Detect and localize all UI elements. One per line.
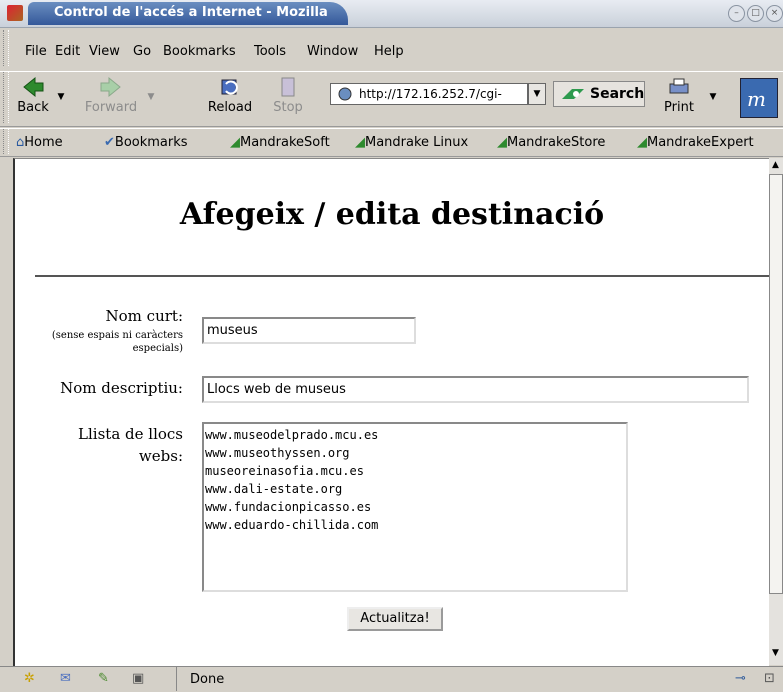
forward-button[interactable]: Forward bbox=[80, 76, 142, 115]
divider bbox=[35, 275, 769, 277]
site-line: www.museodelprado.mcu.es bbox=[205, 428, 379, 442]
reload-icon bbox=[218, 76, 242, 98]
bookmark-mandrakestore[interactable]: ◢MandrakeStore bbox=[497, 135, 605, 150]
minimize-icon[interactable]: – bbox=[728, 5, 745, 22]
menu-view[interactable]: View bbox=[89, 44, 120, 59]
menu-bookmarks[interactable]: Bookmarks bbox=[163, 44, 236, 59]
url-input[interactable]: http://172.16.252.7/cgi- bbox=[330, 83, 528, 105]
search-label: Search bbox=[590, 86, 645, 102]
navigation-toolbar: Back ▼ Forward ▼ Reload Stop http://172.… bbox=[0, 71, 783, 127]
page-title: Afegeix / edita destinació bbox=[179, 197, 605, 232]
bookmark-link-icon: ◢ bbox=[497, 135, 507, 150]
close-icon[interactable]: × bbox=[766, 5, 783, 22]
update-button[interactable]: Actualitza! bbox=[347, 607, 443, 631]
bookmark-mandrakeexpert[interactable]: ◢MandrakeExpert bbox=[637, 135, 754, 150]
window-title: Control de l'accés a Internet - Mozilla bbox=[54, 5, 328, 20]
site-line: www.fundacionpicasso.es bbox=[205, 500, 372, 514]
vertical-scrollbar[interactable]: ▲ ▼ bbox=[769, 158, 783, 665]
site-line: museoreinasofia.mcu.es bbox=[205, 464, 364, 478]
print-dropdown-icon[interactable]: ▼ bbox=[708, 92, 718, 102]
forward-dropdown-icon[interactable]: ▼ bbox=[146, 92, 156, 102]
status-divider bbox=[176, 667, 177, 691]
search-button[interactable]: Search bbox=[553, 81, 645, 107]
menu-go[interactable]: Go bbox=[133, 44, 151, 59]
sites-label: Llista de llocs webs: bbox=[78, 425, 183, 465]
navigator-icon[interactable]: ✲ bbox=[24, 671, 35, 686]
bookmark-home[interactable]: ⌂Home bbox=[16, 135, 63, 150]
menu-tools[interactable]: Tools bbox=[254, 44, 286, 59]
forward-arrow-icon bbox=[99, 76, 123, 98]
back-button[interactable]: Back bbox=[14, 76, 52, 115]
url-text: http://172.16.252.7/cgi- bbox=[359, 87, 502, 101]
page-content: Afegeix / edita destinació Nom curt: (se… bbox=[13, 158, 769, 666]
online-icon[interactable]: ⊸ bbox=[735, 671, 746, 686]
bookmark-link-icon: ◢ bbox=[230, 135, 240, 150]
printer-icon bbox=[667, 76, 691, 98]
print-button[interactable]: Print bbox=[662, 76, 696, 115]
short-name-label: Nom curt: bbox=[105, 307, 183, 325]
page-icon bbox=[338, 87, 352, 101]
bookmark-mandrake-linux[interactable]: ◢Mandrake Linux bbox=[355, 135, 468, 150]
svg-text:m: m bbox=[747, 87, 766, 111]
short-name-hint: (sense espais ni caràcters especials) bbox=[51, 330, 183, 354]
status-text: Done bbox=[190, 672, 225, 687]
title-bar: Control de l'accés a Internet - Mozilla … bbox=[0, 0, 783, 28]
bookmark-link-icon: ◢ bbox=[637, 135, 647, 150]
stop-icon bbox=[276, 76, 300, 98]
mandrake-logo: m bbox=[740, 78, 778, 118]
scroll-down-icon[interactable]: ▼ bbox=[772, 648, 779, 658]
stop-button[interactable]: Stop bbox=[270, 76, 306, 115]
bookmark-bookmarks[interactable]: ✔Bookmarks bbox=[104, 135, 188, 150]
menu-bar: File Edit View Go Bookmarks Tools Window… bbox=[0, 44, 783, 67]
menu-edit[interactable]: Edit bbox=[55, 44, 80, 59]
security-lock-icon[interactable]: ⊡ bbox=[764, 671, 775, 686]
print-label: Print bbox=[664, 100, 694, 115]
maximize-icon[interactable]: □ bbox=[747, 5, 764, 22]
bookmarks-icon: ✔ bbox=[104, 135, 115, 150]
forward-label: Forward bbox=[84, 100, 138, 115]
reload-button[interactable]: Reload bbox=[202, 76, 258, 115]
composer-icon[interactable]: ✎ bbox=[98, 671, 109, 686]
url-dropdown-icon[interactable]: ▼ bbox=[528, 83, 546, 105]
search-icon bbox=[562, 89, 584, 99]
site-line: www.eduardo-chillida.com bbox=[205, 518, 379, 532]
menu-help[interactable]: Help bbox=[374, 44, 404, 59]
bookmark-link-icon: ◢ bbox=[355, 135, 365, 150]
scroll-thumb[interactable] bbox=[769, 174, 783, 594]
status-bar: ✲ ✉ ✎ ▣ Done ⊸ ⊡ bbox=[0, 666, 783, 692]
back-label: Back bbox=[17, 100, 49, 115]
description-label: Nom descriptiu: bbox=[60, 379, 183, 397]
app-icon bbox=[7, 5, 23, 21]
short-name-field[interactable]: museus bbox=[202, 317, 416, 344]
reload-label: Reload bbox=[207, 100, 253, 115]
scroll-up-icon[interactable]: ▲ bbox=[772, 160, 779, 170]
bookmark-mandrakesoft[interactable]: ◢MandrakeSoft bbox=[230, 135, 330, 150]
back-dropdown-icon[interactable]: ▼ bbox=[56, 92, 66, 102]
stop-label: Stop bbox=[273, 100, 303, 115]
menu-file[interactable]: File bbox=[25, 44, 47, 59]
back-arrow-icon bbox=[21, 76, 45, 98]
site-line: www.museothyssen.org bbox=[205, 446, 350, 460]
description-field[interactable]: Llocs web de museus bbox=[202, 376, 749, 403]
mail-icon[interactable]: ✉ bbox=[60, 671, 71, 686]
sites-textarea[interactable]: www.museodelprado.mcu.es www.museothysse… bbox=[202, 422, 628, 592]
address-book-icon[interactable]: ▣ bbox=[132, 671, 144, 686]
bookmarks-toolbar: ⌂Home ✔Bookmarks ◢MandrakeSoft ◢Mandrake… bbox=[0, 128, 783, 157]
site-line: www.dali-estate.org bbox=[205, 482, 343, 496]
menu-window[interactable]: Window bbox=[307, 44, 358, 59]
